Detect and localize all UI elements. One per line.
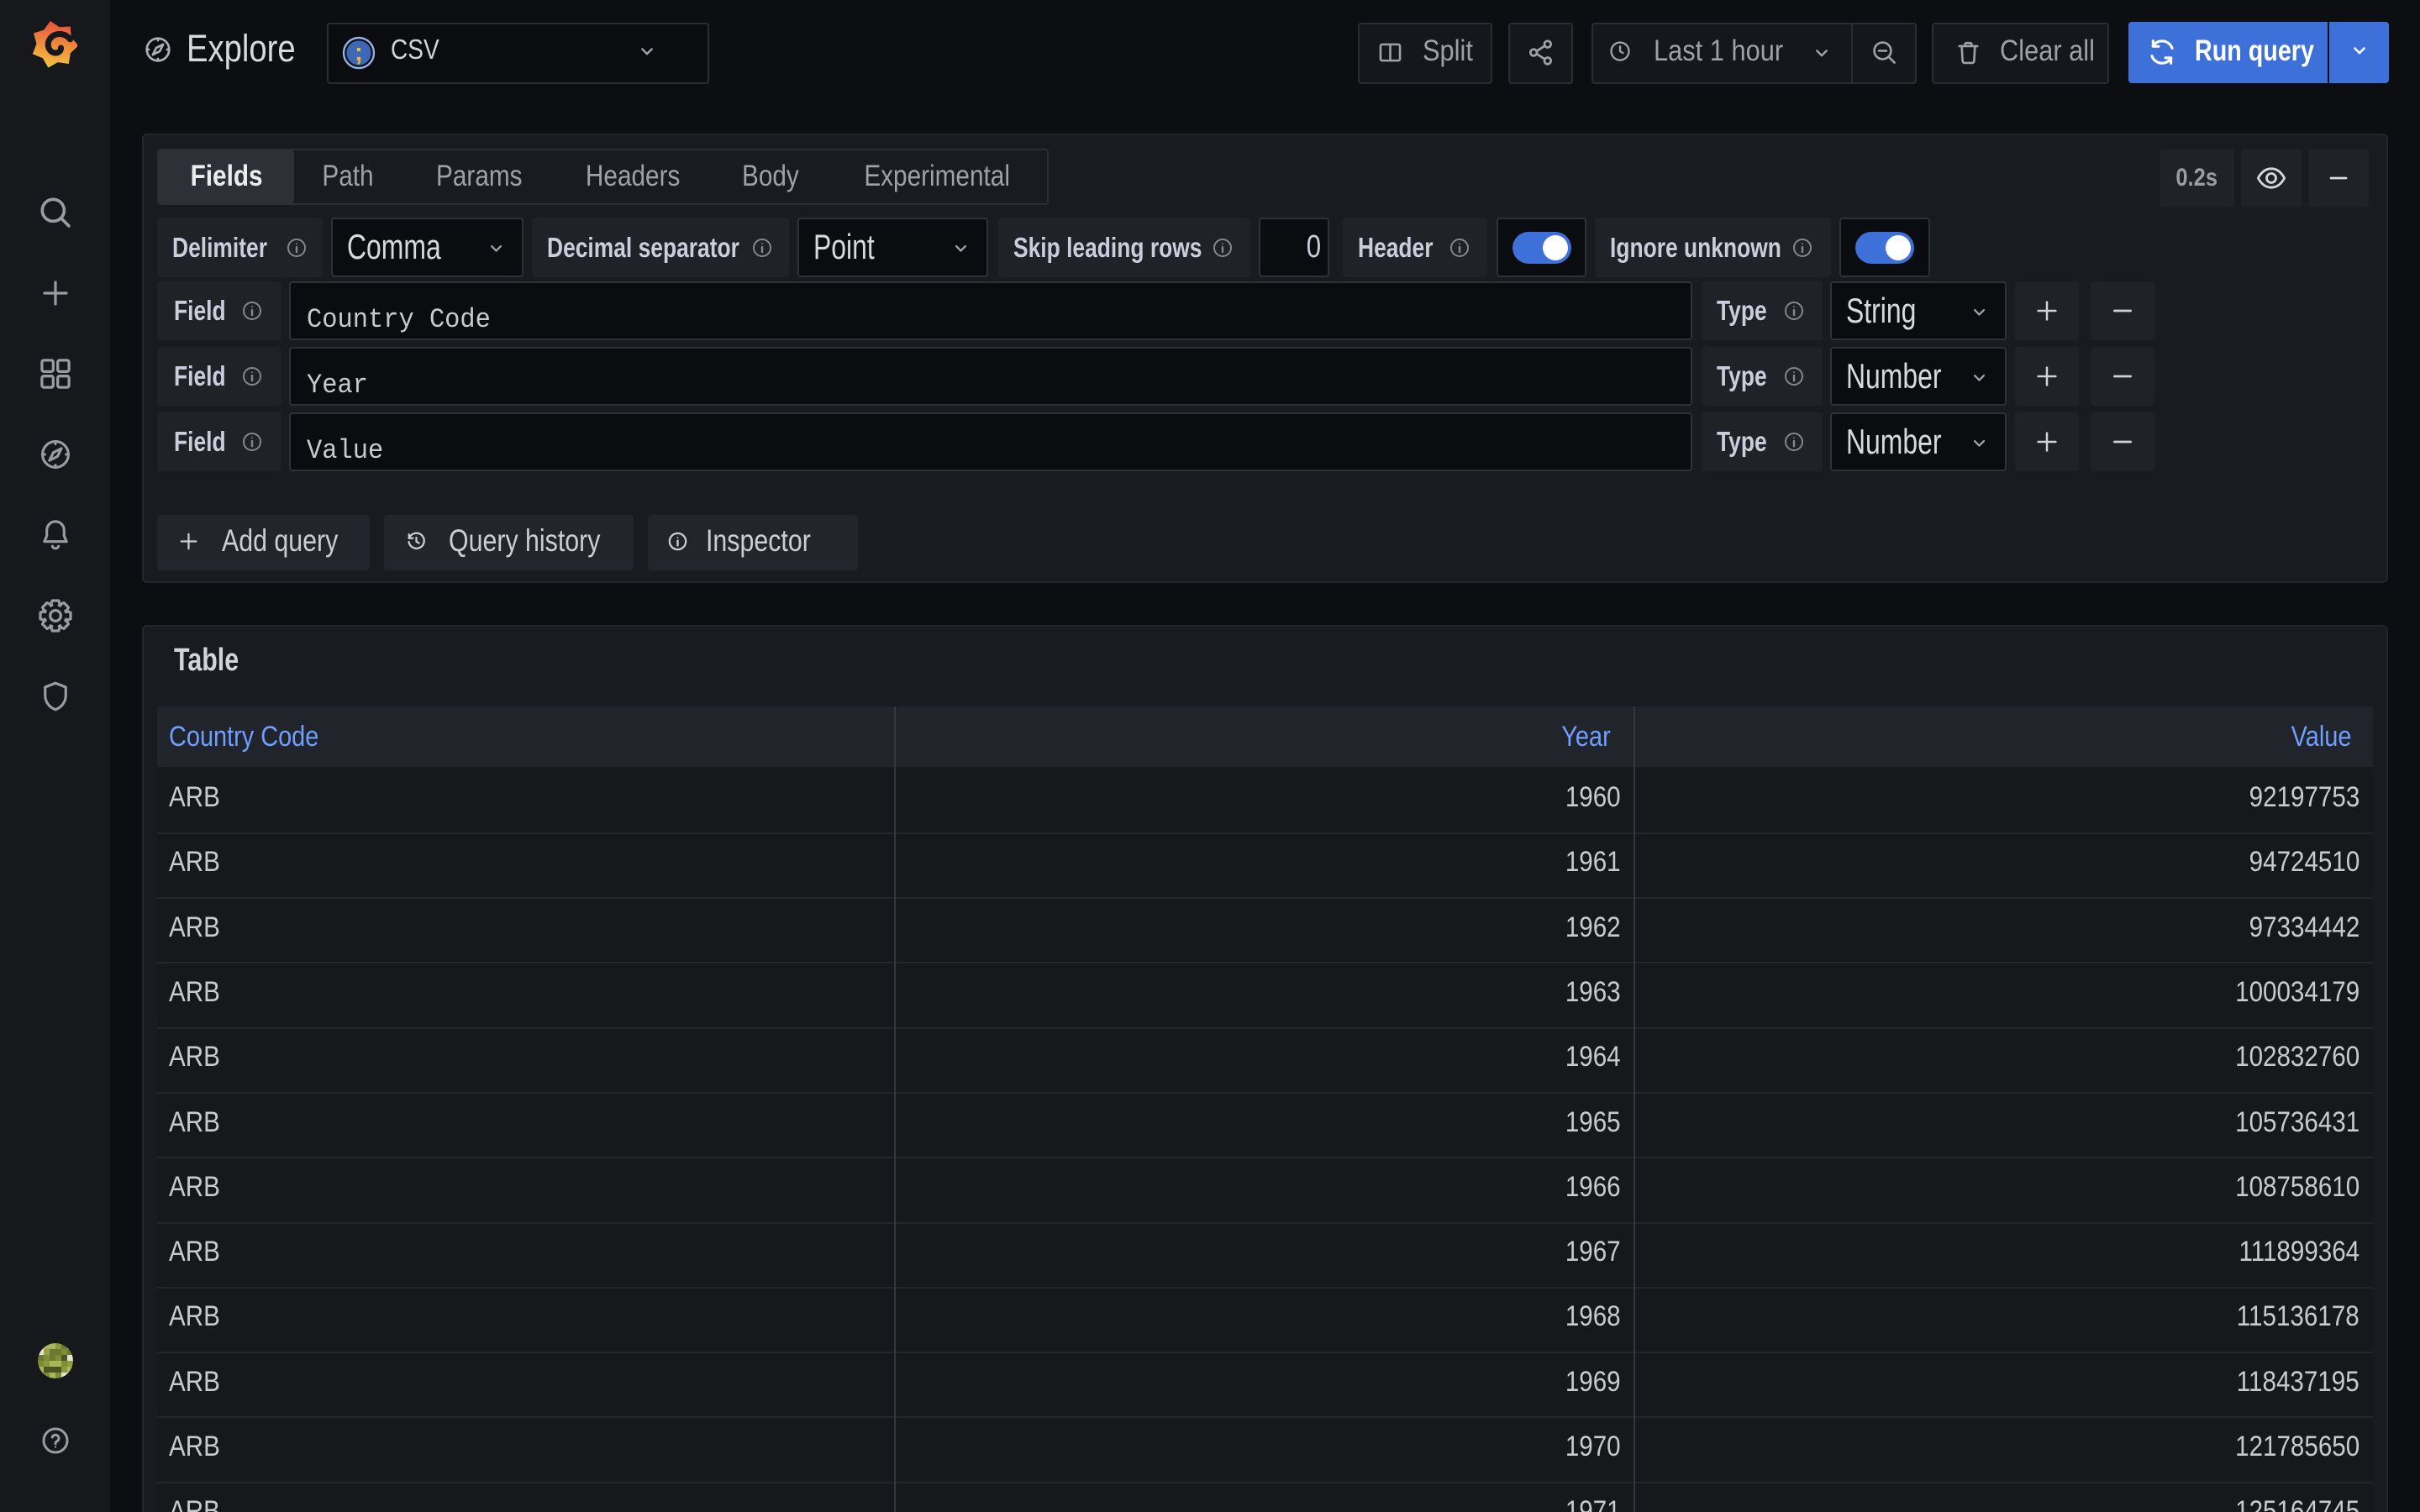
svg-text:;: ; xyxy=(355,39,363,66)
